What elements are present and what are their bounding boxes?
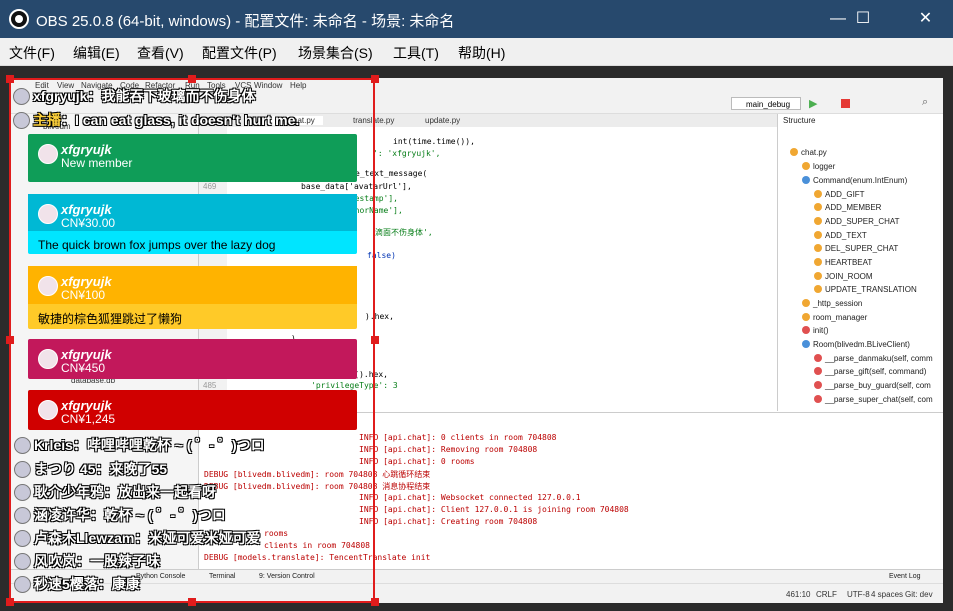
maximize-button[interactable]: ☐ bbox=[840, 0, 886, 38]
menu-bar: 文件(F) 编辑(E) 查看(V) 配置文件(P) 场景集合(S) 工具(T) … bbox=[0, 38, 953, 66]
structure-item: JOIN_ROOM bbox=[814, 272, 873, 281]
log-line: INFO [api.chat]: Client 127.0.0.1 is joi… bbox=[359, 505, 629, 514]
menu-tools[interactable]: 工具(T) bbox=[393, 43, 439, 63]
line-ending: CRLF bbox=[816, 590, 837, 599]
window-title: OBS 25.0.8 (64-bit, windows) - 配置文件: 未命名… bbox=[36, 13, 455, 30]
structure-item: __parse_gift(self, command) bbox=[814, 367, 926, 376]
field-icon bbox=[814, 272, 822, 280]
structure-item: UPDATE_TRANSLATION bbox=[814, 285, 917, 294]
structure-item: DEL_SUPER_CHAT bbox=[814, 244, 898, 253]
menu-scene-collection[interactable]: 场景集合(S) bbox=[298, 43, 373, 63]
structure-item: Command(enum.IntEnum) bbox=[802, 176, 907, 185]
field-icon bbox=[814, 258, 822, 266]
stop-icon bbox=[841, 99, 850, 108]
variable-icon bbox=[802, 299, 810, 307]
structure-item: _http_session bbox=[802, 299, 862, 308]
menu-edit[interactable]: 编辑(E) bbox=[73, 43, 120, 63]
indent: 4 spaces bbox=[871, 590, 904, 599]
source-selection-box[interactable] bbox=[9, 78, 375, 603]
resize-handle-bottom-right[interactable] bbox=[371, 598, 379, 606]
tab-update-py: update.py bbox=[425, 116, 461, 125]
event-log-tab: Event Log bbox=[889, 573, 921, 580]
git-branch: Git: dev bbox=[905, 590, 933, 599]
encoding: UTF-8 bbox=[847, 590, 870, 599]
structure-title: Structure bbox=[783, 116, 816, 125]
structure-item: Room(blivedm.BLiveClient) bbox=[802, 340, 910, 349]
field-icon bbox=[814, 244, 822, 252]
resize-handle-bottom-left[interactable] bbox=[6, 598, 14, 606]
structure-item: ADD_SUPER_CHAT bbox=[814, 217, 900, 226]
method-icon bbox=[814, 395, 822, 403]
resize-handle-top-right[interactable] bbox=[371, 75, 379, 83]
field-icon bbox=[814, 190, 822, 198]
field-icon bbox=[814, 203, 822, 211]
resize-handle-right[interactable] bbox=[371, 336, 379, 344]
structure-item: logger bbox=[802, 162, 835, 171]
code-line: ': 'xfgryujk', bbox=[373, 149, 441, 158]
log-line: INFO [api.chat]: 0 rooms bbox=[359, 457, 475, 466]
structure-item: __parse_danmaku(self, comm bbox=[814, 354, 933, 363]
structure-item: __parse_super_chat(self, com bbox=[814, 395, 933, 404]
run-icon: ▶ bbox=[809, 98, 818, 110]
structure-panel: Structure chat.py logger Command(enum.In… bbox=[777, 114, 943, 411]
structure-item: init() bbox=[802, 326, 829, 335]
close-button[interactable]: ✕ bbox=[898, 0, 953, 38]
log-line: INFO [api.chat]: Creating room 704808 bbox=[359, 517, 538, 526]
method-icon bbox=[814, 367, 822, 375]
field-icon bbox=[814, 285, 822, 293]
resize-handle-top[interactable] bbox=[188, 75, 196, 83]
run-config-select: main_debug bbox=[731, 97, 801, 110]
variable-icon bbox=[802, 162, 810, 170]
structure-item: ADD_GIFT bbox=[814, 190, 865, 199]
log-line: INFO [api.chat]: Websocket connected 127… bbox=[359, 493, 581, 502]
structure-item: ADD_MEMBER bbox=[814, 203, 881, 212]
resize-handle-left[interactable] bbox=[6, 336, 14, 344]
menu-help[interactable]: 帮助(H) bbox=[458, 43, 505, 63]
obs-logo-icon bbox=[9, 9, 29, 29]
log-line: INFO [api.chat]: 0 clients in room 70480… bbox=[359, 433, 557, 442]
class-icon bbox=[802, 176, 810, 184]
structure-item: __parse_buy_guard(self, com bbox=[814, 381, 931, 390]
method-icon bbox=[814, 354, 822, 362]
structure-item: HEARTBEAT bbox=[814, 258, 872, 267]
resize-handle-bottom[interactable] bbox=[188, 598, 196, 606]
structure-item: chat.py bbox=[790, 148, 827, 157]
code-line: 滴面不伤身体', bbox=[375, 228, 433, 237]
menu-profile[interactable]: 配置文件(P) bbox=[202, 43, 277, 63]
search-icon: ⌕ bbox=[922, 96, 929, 108]
menu-view[interactable]: 查看(V) bbox=[137, 43, 184, 63]
function-icon bbox=[802, 326, 810, 334]
structure-item: room_manager bbox=[802, 313, 867, 322]
structure-item: ADD_TEXT bbox=[814, 231, 867, 240]
menu-file[interactable]: 文件(F) bbox=[9, 43, 55, 63]
field-icon bbox=[814, 217, 822, 225]
log-line: INFO [api.chat]: Removing room 704808 bbox=[359, 445, 538, 454]
variable-icon bbox=[802, 313, 810, 321]
method-icon bbox=[814, 381, 822, 389]
cursor-position: 461:10 bbox=[786, 590, 811, 599]
python-file-icon bbox=[790, 148, 798, 156]
field-icon bbox=[814, 231, 822, 239]
code-line: int(time.time()), bbox=[393, 137, 475, 146]
title-bar: OBS 25.0.8 (64-bit, windows) - 配置文件: 未命名… bbox=[0, 0, 953, 38]
resize-handle-top-left[interactable] bbox=[6, 75, 14, 83]
class-icon bbox=[802, 340, 810, 348]
